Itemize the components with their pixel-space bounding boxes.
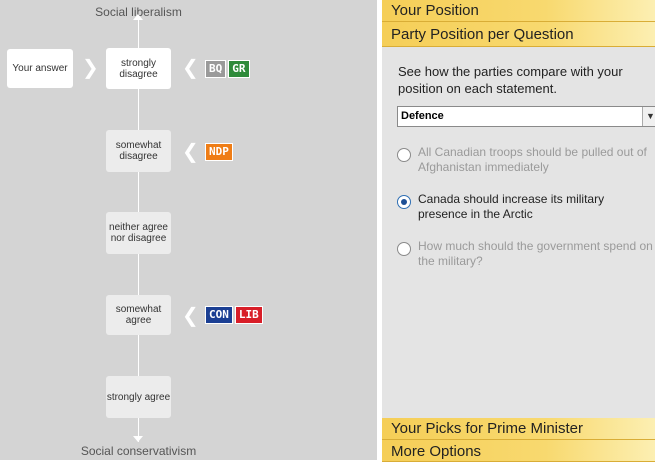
position-label: neither agree nor disagree [109, 222, 168, 244]
your-position-header[interactable]: Your Position [382, 0, 655, 22]
picks-pm-label: Your Picks for Prime Minister [391, 420, 583, 437]
your-position-label: Your Position [391, 2, 479, 19]
position-somewhat-agree[interactable]: somewhat agree [106, 295, 171, 335]
side-panel: Your Position Party Position per Questio… [382, 0, 655, 462]
party-position-label: Party Position per Question [391, 26, 574, 43]
axis-down-arrow-icon [133, 436, 143, 442]
question-option[interactable]: All Canadian troops should be pulled out… [397, 145, 655, 175]
party-position-header[interactable]: Party Position per Question [382, 22, 655, 47]
position-strongly-agree[interactable]: strongly agree [106, 376, 171, 418]
position-label: strongly agree [106, 391, 171, 403]
intro-text: See how the parties compare with your po… [398, 64, 623, 96]
radio-button-selected[interactable] [397, 195, 411, 209]
topic-select[interactable]: Defence ▼ [397, 106, 655, 127]
party-badge-lib[interactable]: LIB [234, 306, 263, 324]
radio-button[interactable] [397, 148, 411, 162]
axis-bottom-label: Social conservativism [80, 444, 197, 458]
party-badge-gr[interactable]: GR [228, 60, 250, 78]
party-badge-ndp[interactable]: NDP [205, 143, 233, 161]
parties-somewhat-disagree: NDP [205, 143, 233, 161]
chevron-left-icon: ❮ [182, 57, 199, 79]
position-label: somewhat agree [115, 304, 162, 326]
position-label: somewhat disagree [115, 140, 162, 162]
spectrum-panel: Social liberalism Social conservativism … [0, 0, 377, 460]
position-strongly-disagree[interactable]: strongly disagree [106, 48, 171, 89]
topic-select-value: Defence [401, 110, 444, 122]
question-text: All Canadian troops should be pulled out… [418, 145, 647, 174]
party-badge-bq[interactable]: BQ [205, 60, 227, 78]
question-text: How much should the government spend on … [418, 239, 653, 268]
chevron-right-icon: ❯ [82, 57, 99, 79]
position-somewhat-disagree[interactable]: somewhat disagree [106, 130, 171, 172]
position-neutral[interactable]: neither agree nor disagree [106, 212, 171, 254]
position-label: strongly disagree [119, 57, 158, 80]
chevron-left-icon: ❮ [182, 305, 199, 327]
question-option[interactable]: Canada should increase its military pres… [397, 192, 655, 222]
your-answer-label: Your answer [12, 63, 68, 74]
radio-button[interactable] [397, 242, 411, 256]
dropdown-arrow-icon[interactable]: ▼ [642, 107, 655, 126]
party-badge-con[interactable]: CON [205, 306, 233, 324]
more-options-label: More Options [391, 443, 482, 460]
picks-pm-header[interactable]: Your Picks for Prime Minister [382, 418, 655, 440]
chevron-left-icon: ❮ [182, 141, 199, 163]
question-option[interactable]: How much should the government spend on … [397, 239, 655, 269]
your-answer-box: Your answer [7, 49, 73, 88]
more-options-header[interactable]: More Options [382, 440, 655, 462]
parties-strongly-disagree: BQ GR [205, 60, 250, 78]
parties-somewhat-agree: CON LIB [205, 306, 263, 324]
question-text: Canada should increase its military pres… [418, 192, 605, 221]
